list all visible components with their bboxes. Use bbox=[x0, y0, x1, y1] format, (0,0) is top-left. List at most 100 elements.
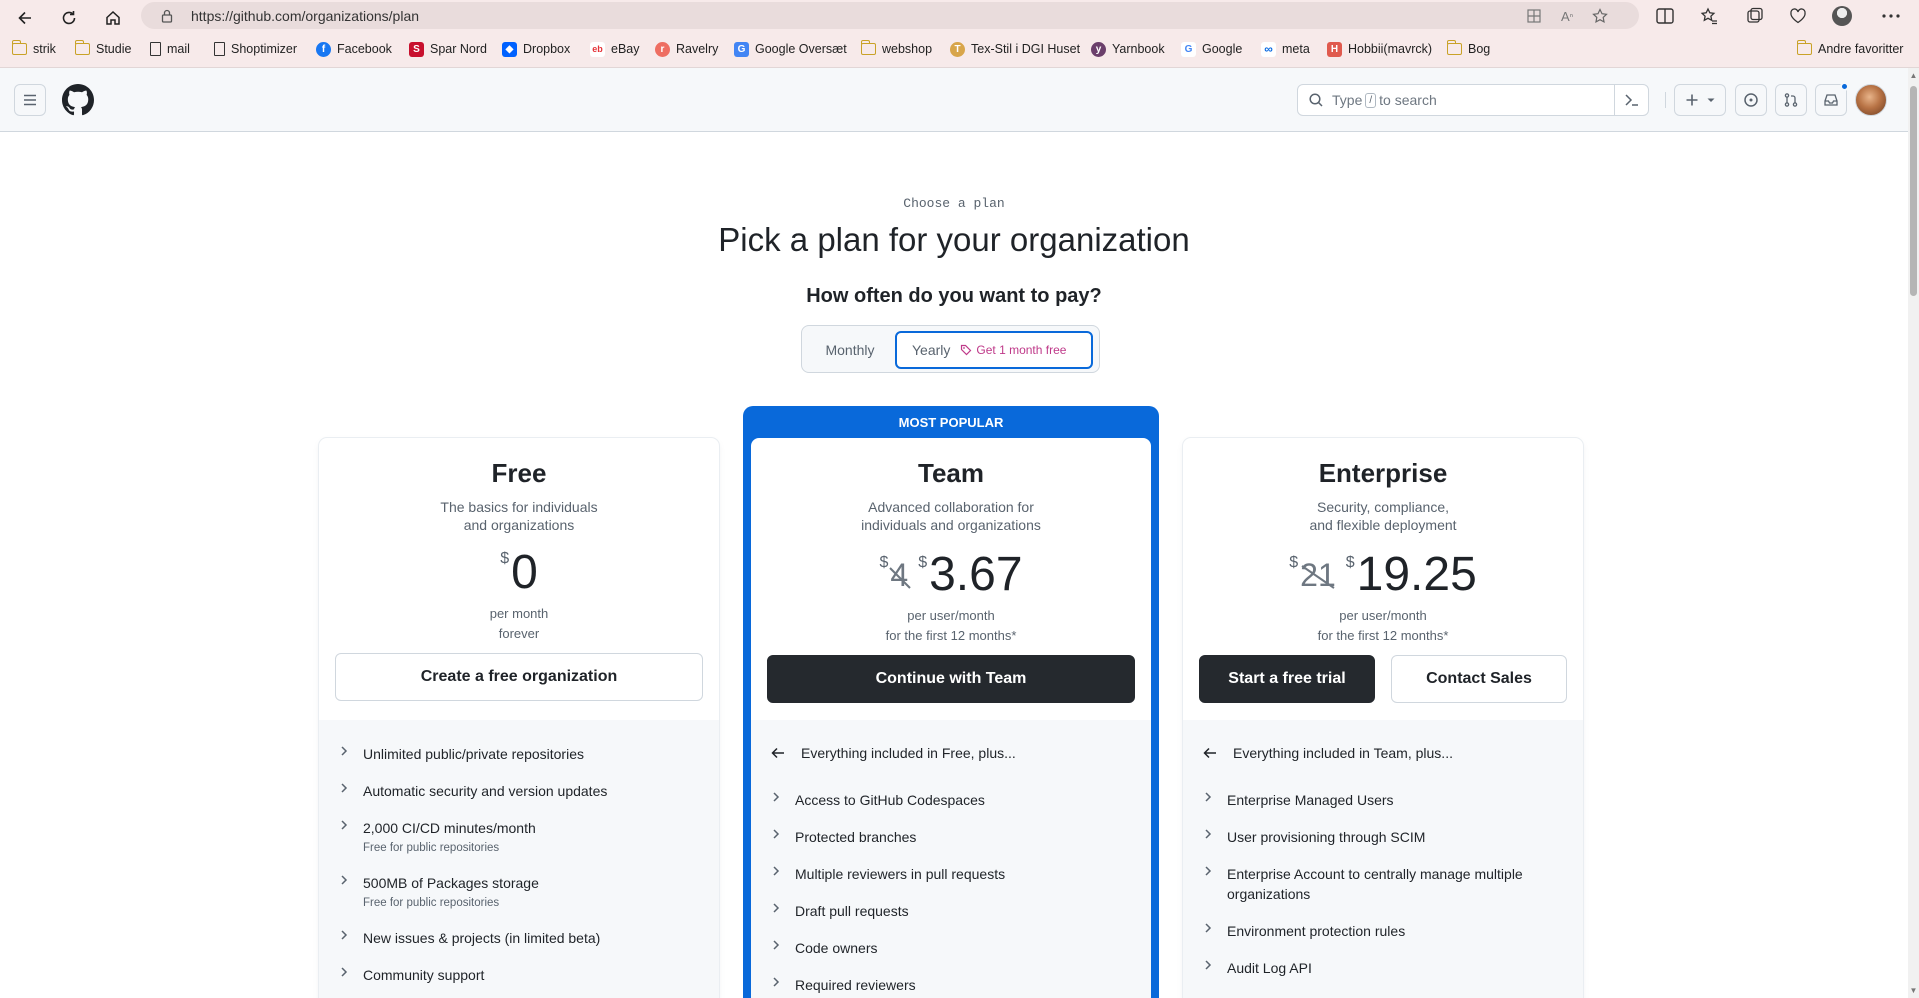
chevron-right-icon bbox=[1203, 864, 1227, 904]
feature-item[interactable]: Multiple reviewers in pull requests bbox=[771, 864, 1005, 884]
bookmark-other-favorites[interactable]: Andre favoritter bbox=[1796, 38, 1903, 60]
bookmark-hobbii[interactable]: H Hobbii(mavrck) bbox=[1327, 38, 1432, 60]
plan-description: Advanced collaboration for individuals a… bbox=[861, 499, 1041, 533]
feature-item[interactable]: 500MB of Packages storage Free for publi… bbox=[339, 873, 539, 909]
chevron-right-icon bbox=[771, 827, 795, 847]
more-menu-icon[interactable] bbox=[1876, 3, 1906, 29]
contact-sales-button[interactable]: Contact Sales bbox=[1391, 655, 1567, 703]
folder-icon bbox=[1446, 40, 1462, 55]
profile-avatar-icon[interactable] bbox=[1827, 3, 1857, 29]
github-logo-icon[interactable] bbox=[62, 84, 94, 116]
yarnbook-icon: y bbox=[1091, 41, 1106, 57]
continue-with-team-button[interactable]: Continue with Team bbox=[767, 655, 1135, 703]
reload-icon[interactable] bbox=[54, 3, 84, 33]
home-icon[interactable] bbox=[98, 3, 128, 33]
bookmark-ebay[interactable]: eb eBay bbox=[590, 38, 640, 60]
plan-features: Unlimited public/private repositories Au… bbox=[319, 720, 719, 998]
tag-icon bbox=[961, 344, 972, 356]
back-icon[interactable] bbox=[10, 3, 40, 33]
chevron-right-icon bbox=[771, 938, 795, 958]
feature-item[interactable]: User provisioning through SCIM bbox=[1203, 827, 1425, 847]
bookmark-google[interactable]: G Google bbox=[1181, 38, 1242, 60]
price-period: per month forever bbox=[489, 606, 549, 641]
plan-card-team: Team Advanced collaboration for individu… bbox=[751, 438, 1151, 998]
scroll-up-arrow-icon[interactable]: ▲ bbox=[1909, 71, 1918, 80]
hamburger-menu-icon[interactable] bbox=[14, 84, 46, 116]
create-new-button[interactable] bbox=[1674, 84, 1726, 116]
search-input[interactable]: Type / to search bbox=[1297, 84, 1649, 116]
plan-name: Free bbox=[491, 458, 547, 488]
bookmark-meta[interactable]: ∞ meta bbox=[1261, 38, 1310, 60]
bookmark-dropbox[interactable]: ◆ Dropbox bbox=[502, 38, 570, 60]
feature-item[interactable]: Audit Log API bbox=[1203, 958, 1312, 978]
chevron-right-icon bbox=[771, 790, 795, 810]
feature-item[interactable]: 2,000 CI/CD minutes/month Free for publi… bbox=[339, 818, 536, 854]
favorites-icon[interactable] bbox=[1694, 3, 1724, 29]
ebay-icon: eb bbox=[590, 41, 605, 57]
bookmark-facebook[interactable]: f Facebook bbox=[316, 38, 392, 60]
user-avatar[interactable] bbox=[1855, 84, 1887, 116]
folder-icon bbox=[1796, 40, 1812, 55]
meta-icon: ∞ bbox=[1261, 41, 1276, 57]
feature-item[interactable]: Required reviewers bbox=[771, 975, 916, 995]
scroll-down-arrow-icon[interactable]: ▼ bbox=[1909, 986, 1918, 995]
feature-item[interactable]: Automatic security and version updates bbox=[339, 781, 607, 801]
bookmark-bog[interactable]: Bog bbox=[1446, 38, 1490, 60]
chevron-right-icon bbox=[1203, 827, 1227, 847]
pull-requests-icon[interactable] bbox=[1775, 84, 1807, 116]
lock-icon[interactable] bbox=[161, 9, 173, 23]
feature-item[interactable]: Unlimited public/private repositories bbox=[339, 744, 584, 764]
search-icon bbox=[1308, 92, 1324, 108]
arrow-left-icon bbox=[1203, 747, 1233, 759]
feature-item[interactable]: Community support bbox=[339, 965, 484, 985]
feature-item[interactable]: Protected branches bbox=[771, 827, 916, 847]
billing-toggle: Monthly Yearly Get 1 month free bbox=[801, 325, 1100, 373]
favorite-star-icon[interactable] bbox=[1589, 6, 1611, 26]
feature-item[interactable]: Draft pull requests bbox=[771, 901, 909, 921]
page-scrollbar[interactable]: ▲ ▼ bbox=[1908, 68, 1919, 998]
create-free-organization-button[interactable]: Create a free organization bbox=[335, 653, 703, 701]
scrollbar-thumb[interactable] bbox=[1910, 86, 1917, 296]
bookmark-ravelry[interactable]: r Ravelry bbox=[655, 38, 718, 60]
plan-card-enterprise: Enterprise Security, compliance, and fle… bbox=[1183, 438, 1583, 998]
page-title: Pick a plan for your organization bbox=[718, 221, 1190, 258]
address-bar[interactable]: https://github.com/organizations/plan Aⁿ bbox=[141, 2, 1639, 29]
feature-item[interactable]: Access to GitHub Codespaces bbox=[771, 790, 985, 810]
read-aloud-icon[interactable]: Aⁿ bbox=[1556, 6, 1578, 26]
collections-icon[interactable] bbox=[1740, 3, 1770, 29]
start-free-trial-button[interactable]: Start a free trial bbox=[1199, 655, 1375, 703]
bookmark-shoptimizer[interactable]: Shoptimizer bbox=[214, 38, 297, 60]
bookmark-tex-stil[interactable]: T Tex-Stil i DGI Huset bbox=[950, 38, 1080, 60]
dropbox-icon: ◆ bbox=[502, 41, 517, 57]
split-screen-icon[interactable] bbox=[1650, 3, 1680, 29]
bookmark-studie[interactable]: Studie bbox=[74, 38, 131, 60]
bookmark-webshop[interactable]: webshop bbox=[860, 38, 932, 60]
feature-item[interactable]: Environment protection rules bbox=[1203, 921, 1405, 941]
chevron-right-icon bbox=[1203, 790, 1227, 810]
github-header: Type / to search bbox=[0, 68, 1908, 132]
includes-previous-plan: Everything included in Free, plus... bbox=[771, 745, 1016, 761]
feature-item[interactable]: New issues & projects (in limited beta) bbox=[339, 928, 600, 948]
sparnord-icon: S bbox=[409, 41, 424, 57]
app-available-icon[interactable] bbox=[1523, 6, 1545, 26]
bookmark-mail[interactable]: mail bbox=[150, 38, 190, 60]
page-icon bbox=[214, 42, 225, 56]
bookmark-strik[interactable]: strik bbox=[11, 38, 56, 60]
command-palette-icon[interactable] bbox=[1614, 85, 1648, 115]
inbox-icon[interactable] bbox=[1815, 82, 1849, 116]
feature-item[interactable]: Enterprise Account to centrally manage m… bbox=[1203, 864, 1553, 904]
feature-item[interactable]: Enterprise Managed Users bbox=[1203, 790, 1394, 810]
bookmark-spar-nord[interactable]: S Spar Nord bbox=[409, 38, 487, 60]
bookmark-google-oversaet[interactable]: G Google Oversæt bbox=[734, 38, 847, 60]
feature-item[interactable]: Code owners bbox=[771, 938, 878, 958]
issues-icon[interactable] bbox=[1735, 84, 1767, 116]
folder-icon bbox=[11, 40, 27, 55]
includes-previous-plan: Everything included in Team, plus... bbox=[1203, 745, 1453, 761]
chevron-down-icon bbox=[1707, 98, 1715, 102]
chevron-right-icon bbox=[1203, 921, 1227, 941]
url-text[interactable]: https://github.com/organizations/plan bbox=[191, 8, 419, 24]
billing-yearly-option[interactable]: Yearly Get 1 month free bbox=[895, 331, 1093, 369]
billing-monthly-option[interactable]: Monthly bbox=[811, 333, 889, 367]
performance-icon[interactable] bbox=[1783, 3, 1813, 29]
bookmark-yarnbook[interactable]: y Yarnbook bbox=[1091, 38, 1165, 60]
